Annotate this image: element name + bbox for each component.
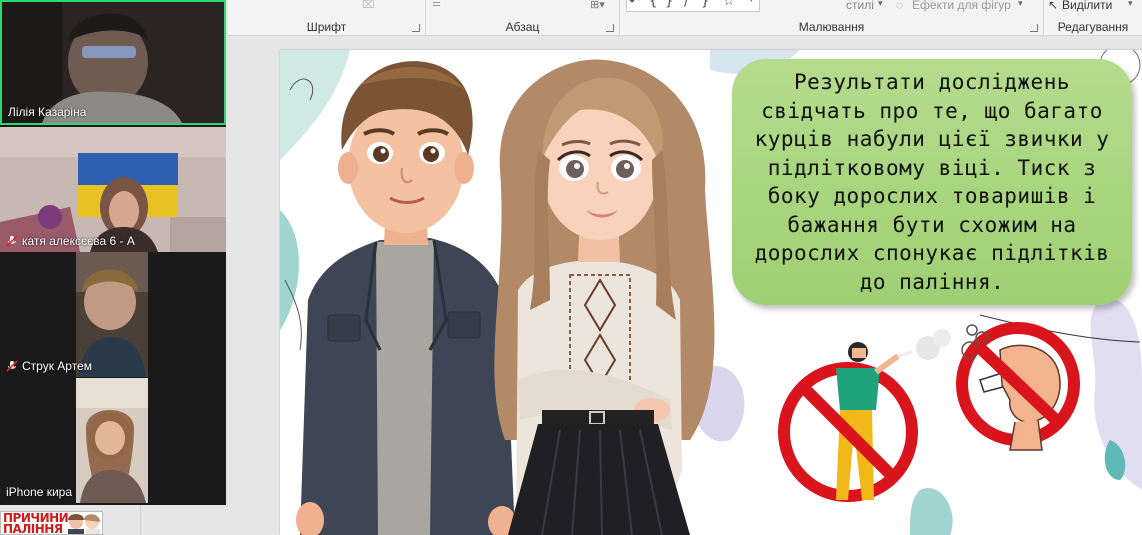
bracket-right-shape-icon[interactable]: ⟩ [683, 0, 688, 9]
drawing-dialog-launcher-icon[interactable] [1030, 24, 1038, 32]
shapes-gallery[interactable]: ↶ { } ⟩ } ☆ ▾ [626, 0, 760, 12]
mic-muted-icon [6, 235, 18, 247]
ribbon-group-drawing: ↶ { } ⟩ } ☆ ▾ стилі ▾ ◌ Ефекти для фігур… [620, 0, 1044, 36]
ribbon-group-font: ⌧ Шрифт [228, 0, 426, 36]
select-pointer-icon[interactable]: ↖ [1048, 0, 1058, 12]
participant-name: катя алексєєва 6 - А [22, 234, 135, 248]
star-shape-icon[interactable]: ☆ [723, 0, 735, 9]
slide[interactable]: Результати досліджень свідчать про те, щ… [280, 50, 1142, 535]
pane-divider[interactable] [140, 505, 141, 535]
participant-name: iPhone кира [6, 485, 72, 499]
girl-character [494, 59, 715, 535]
font-dialog-launcher-icon[interactable] [412, 24, 420, 32]
smartart-icon[interactable]: ⊞▾ [590, 0, 605, 11]
styles-dropdown-icon[interactable]: ▾ [878, 0, 883, 9]
paragraph-dialog-launcher-icon[interactable] [606, 24, 614, 32]
ribbon-group-drawing-label: Малювання [798, 20, 865, 34]
select-dropdown-icon[interactable]: ▾ [1128, 0, 1133, 9]
participant-tile[interactable]: Струк Артем [0, 252, 226, 377]
right-brace-shape-icon[interactable]: } [701, 0, 709, 9]
participant-name: Струк Артем [22, 359, 92, 373]
ribbon-group-editing-label: Редагування [1057, 20, 1129, 34]
bracket-shape-icon[interactable]: { [649, 0, 657, 9]
clear-format-icon[interactable]: ⌧ [362, 0, 375, 11]
ribbon-group-font-label: Шрифт [306, 20, 347, 34]
slide-thumbnail-image [68, 514, 100, 534]
boy-character [296, 61, 516, 535]
curve-shape-icon[interactable]: ↶ [629, 0, 640, 9]
ribbon: ⌧ Шрифт ☰ ⊞▾ Абзац ↶ { } ⟩ } ☆ ▾ стилі ▾… [228, 0, 1142, 36]
participant-tile[interactable]: катя алексєєва 6 - А [0, 127, 226, 252]
participant-name: Лілія Казаріна [8, 105, 87, 119]
ribbon-group-paragraph: ☰ ⊞▾ Абзац [426, 0, 620, 36]
slide-textbox[interactable]: Результати досліджень свідчать про те, щ… [732, 59, 1132, 305]
quick-styles-label[interactable]: стилі [846, 0, 874, 12]
ribbon-group-editing: ↖ Виділити ▾ Редагування [1044, 0, 1142, 36]
effects-dropdown-icon[interactable]: ▾ [1018, 0, 1023, 9]
participant-tile[interactable]: Лілія Казаріна [0, 0, 226, 125]
ribbon-group-paragraph-label: Абзац [505, 20, 540, 34]
shapes-more-icon[interactable]: ▾ [749, 0, 754, 5]
shape-effects-label[interactable]: Ефекти для фігур [912, 0, 1011, 12]
shape-effects-icon[interactable]: ◌ [896, 0, 903, 12]
slide-text: Результати досліджень свідчать про те, щ… [754, 70, 1110, 294]
slide-thumbnail[interactable]: ПРИЧИНИ ПАЛІННЯ [0, 511, 103, 535]
participants-panel: Лілія Казаріна катя алексєєва 6 - А Стру… [0, 0, 226, 505]
brace-shape-icon[interactable]: } [665, 0, 673, 9]
participant-tile[interactable]: iPhone кира [0, 378, 226, 503]
select-button[interactable]: Виділити [1062, 0, 1112, 12]
mic-muted-icon [6, 360, 18, 372]
no-smoking-person-sign [778, 329, 951, 502]
indent-icon[interactable]: ☰ [432, 0, 441, 9]
no-smoking-hand-sign [956, 322, 1080, 451]
